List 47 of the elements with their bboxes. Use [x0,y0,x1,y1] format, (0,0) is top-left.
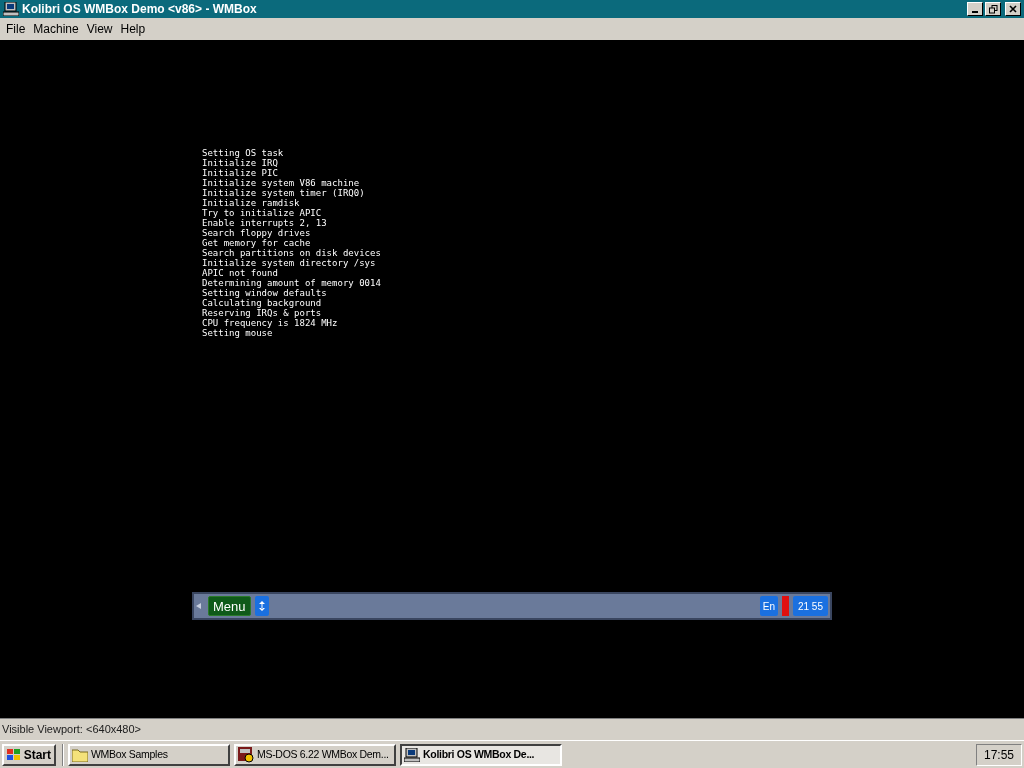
boot-log-line: APIC not found [202,268,279,278]
boot-log-line: Initialize IRQ [202,158,279,168]
boot-log-line: Initialize PIC [202,168,279,178]
window-title: Kolibri OS WMBox Demo <v86> - WMBox [22,1,258,18]
boot-log-line: Initialize ramdisk [202,198,301,208]
boot-log-line: Setting window defaults [202,288,328,298]
menu-item[interactable]: File [2,20,30,38]
guest-clock: 21 55 [792,596,828,616]
menu-item[interactable]: View [82,20,117,38]
status-text: Visible Viewport: <640x480> [2,722,142,738]
boot-log-line: Initialize system V86 machine [202,178,361,188]
menu-item[interactable]: Help [116,20,150,38]
left-arrow-icon[interactable] [196,603,202,609]
minimize-button[interactable] [967,2,983,16]
start-button[interactable]: Start [2,743,56,766]
language-indicator[interactable]: En [759,596,778,616]
boot-log-line: Search floppy drives [202,228,312,238]
boot-log-line: Reserving IRQs & ports [202,308,323,318]
boot-log-line: Enable interrupts 2, 13 [202,218,328,228]
close-icon [1009,5,1017,13]
close-button[interactable] [1005,2,1021,16]
folder-icon [72,747,88,762]
application-icon [238,746,254,763]
computer-icon [404,747,420,762]
boot-log-line: Get memory for cache [202,238,312,248]
boot-log-line: Initialize system directory /sys [202,258,377,268]
boot-log-line: Setting mouse [202,328,274,338]
boot-log-line: Try to initialize APIC [202,208,323,218]
switch-button[interactable] [254,596,269,616]
restore-icon [988,4,998,14]
taskbar-item[interactable]: Kolibri OS WMBox De... [400,743,562,766]
system-clock: 17:55 [976,743,1022,766]
status-indicator [781,596,789,616]
boot-log-line: Setting OS task [202,148,285,158]
restore-button[interactable] [985,2,1001,16]
taskbar-item[interactable]: MS-DOS 6.22 WMBox Dem... [234,743,396,766]
windows-logo-icon [7,748,21,761]
boot-log-line: Calculating background [202,298,323,308]
up-down-arrow-icon [258,601,265,611]
menu-item[interactable]: Machine [29,20,83,38]
menu-button[interactable]: Menu [208,596,251,616]
boot-log-line: Search partitions on disk devices [202,248,382,258]
boot-log-line: Initialize system timer (IRQ0) [202,188,366,198]
taskbar-item[interactable]: WMBox Samples [68,743,230,766]
computer-icon [3,2,19,16]
boot-log-line: Determining amount of memory 0014 [202,278,382,288]
boot-log-line: CPU frequency is 1824 MHz [202,318,339,328]
